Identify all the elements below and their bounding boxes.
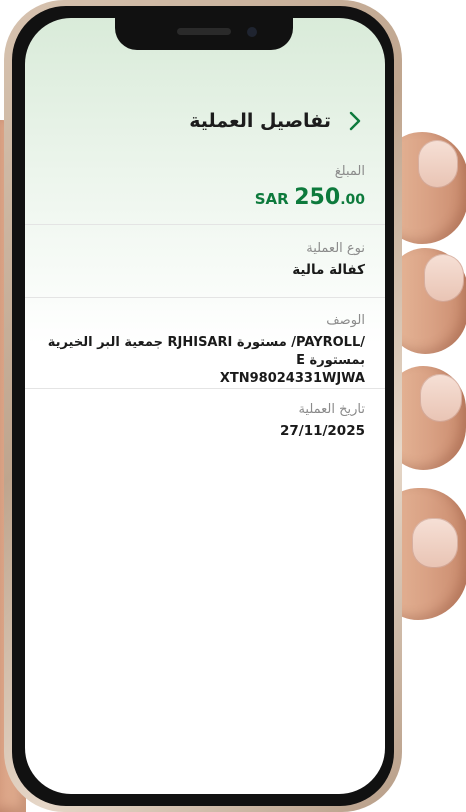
description-label: الوصف — [326, 313, 365, 328]
divider — [25, 388, 385, 389]
description-field: الوصف /PAYROLL/ مستورة RJHISARI جمعية ال… — [25, 313, 365, 388]
amount-integer: 250 — [294, 185, 341, 210]
fingernail — [424, 254, 464, 302]
transaction-date-value: 27/11/2025 — [279, 423, 365, 439]
divider — [25, 224, 385, 225]
fingernail — [412, 518, 458, 568]
description-line-1: /PAYROLL/ مستورة RJHISARI جمعية البر الخ… — [47, 335, 365, 368]
phone-screen: تفاصيل العملية المبلغ SAR 250.00 نوع الع… — [25, 18, 385, 794]
phone-frame: تفاصيل العملية المبلغ SAR 250.00 نوع الع… — [4, 0, 402, 812]
chevron-right-icon[interactable] — [345, 111, 365, 131]
phone-bezel: تفاصيل العملية المبلغ SAR 250.00 نوع الع… — [12, 6, 394, 806]
transaction-type-label: نوع العملية — [306, 241, 365, 256]
amount-decimal: .00 — [340, 192, 365, 208]
fingernail — [420, 374, 462, 422]
transaction-date-label: تاريخ العملية — [298, 402, 365, 417]
amount-value: SAR 250.00 — [41, 185, 365, 210]
page-header: تفاصيل العملية — [45, 106, 365, 136]
fingernail — [418, 140, 458, 188]
transaction-type-field: نوع العملية كفالة مالية — [25, 241, 365, 278]
transaction-date-field: تاريخ العملية 27/11/2025 — [25, 402, 365, 439]
amount-currency: SAR — [254, 190, 289, 208]
page-title: تفاصيل العملية — [189, 110, 331, 132]
divider — [25, 297, 385, 298]
amount-field: المبلغ SAR 250.00 — [25, 164, 365, 210]
description-line-2: XTN98024331WJWA — [219, 371, 365, 386]
transaction-details-page: تفاصيل العملية المبلغ SAR 250.00 نوع الع… — [25, 18, 385, 794]
amount-label: المبلغ — [334, 164, 365, 179]
transaction-type-value: كفالة مالية — [292, 262, 365, 278]
